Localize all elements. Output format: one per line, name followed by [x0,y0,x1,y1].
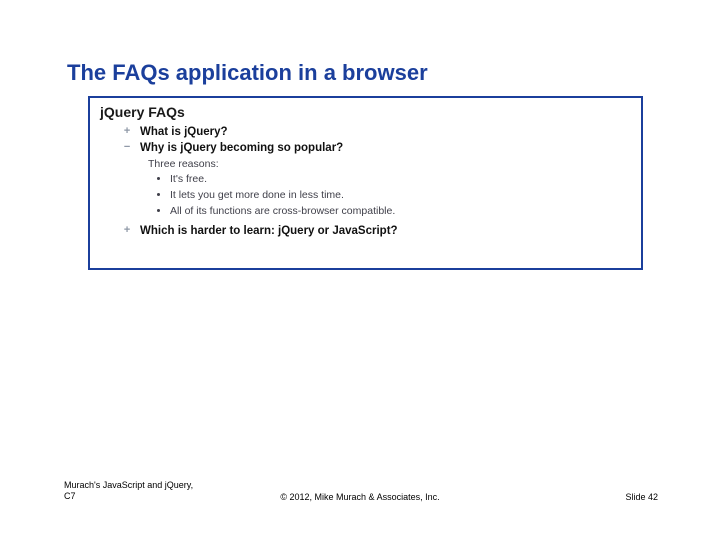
faq-item[interactable]: + Which is harder to learn: jQuery or Ja… [100,225,631,237]
list-item: It lets you get more done in less time. [170,188,631,204]
slide-title: The FAQs application in a browser [67,60,428,86]
browser-frame: jQuery FAQs + What is jQuery? − Why is j… [88,96,643,270]
list-item: It's free. [170,172,631,188]
faq-item[interactable]: + What is jQuery? [100,126,631,138]
faq-question: Which is harder to learn: jQuery or Java… [140,225,398,237]
plus-icon: + [122,127,132,137]
slide-number: Slide 42 [625,492,658,502]
faq-answer: Three reasons: It's free. It lets you ge… [100,158,631,219]
faq-question: What is jQuery? [140,126,228,138]
faq-item[interactable]: − Why is jQuery becoming so popular? [100,142,631,154]
book-title: Murach's JavaScript and jQuery, [64,480,193,490]
answer-list: It's free. It lets you get more done in … [148,172,631,219]
answer-lead: Three reasons: [148,158,631,170]
faq-question: Why is jQuery becoming so popular? [140,142,343,154]
list-item: All of its functions are cross-browser c… [170,204,631,220]
plus-icon: + [122,226,132,236]
minus-icon: − [122,143,132,153]
footer-copyright: © 2012, Mike Murach & Associates, Inc. [0,492,720,502]
app-heading: jQuery FAQs [100,104,631,120]
slide: The FAQs application in a browser jQuery… [0,0,720,540]
